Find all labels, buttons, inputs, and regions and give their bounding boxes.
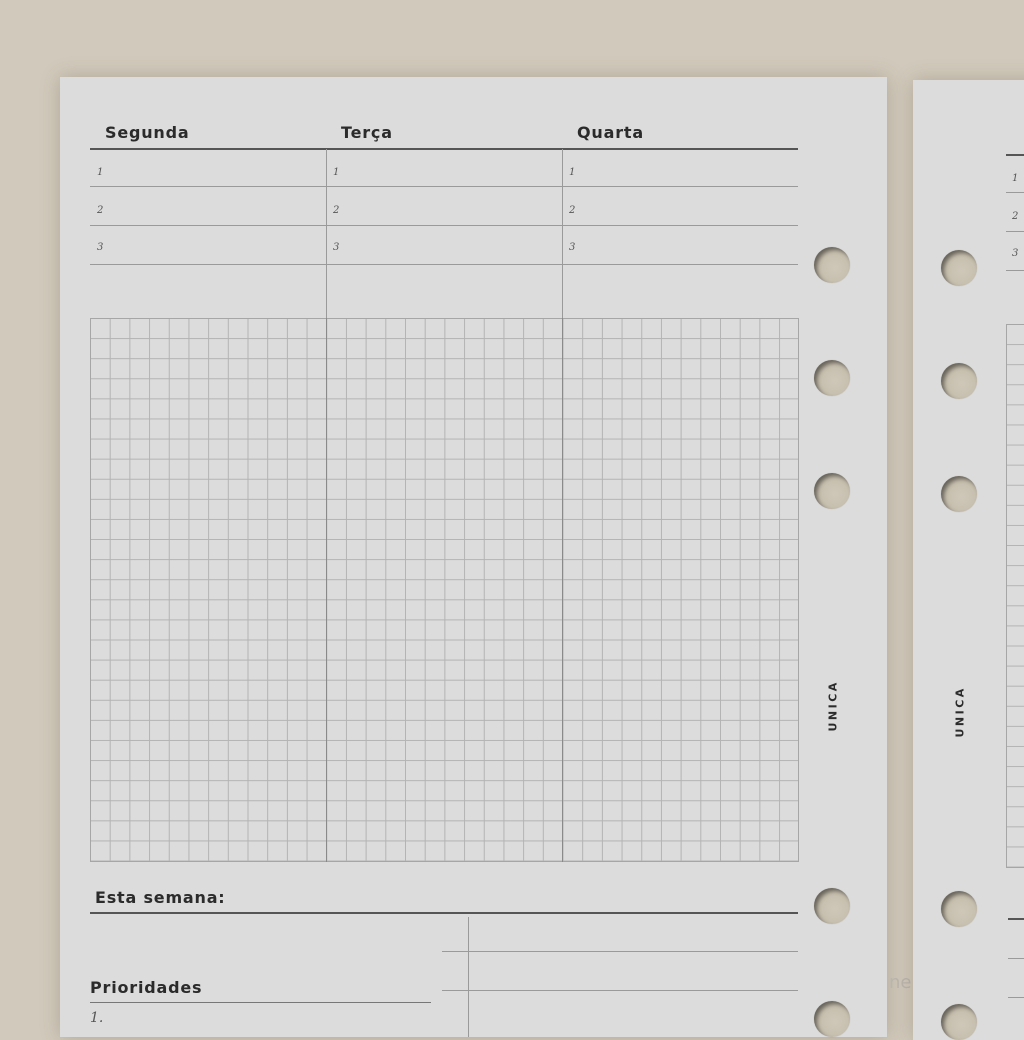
row-rule-2 [1006, 231, 1024, 232]
notes-rule [442, 951, 798, 952]
watermark-text: ne [889, 972, 912, 993]
row-number: 3 [1012, 248, 1019, 259]
grid-column-divider-1 [326, 318, 327, 862]
binder-hole [814, 473, 850, 509]
binder-hole [941, 476, 977, 512]
notes-rule [1008, 997, 1024, 998]
column-divider-2 [562, 149, 563, 319]
graph-grid [90, 318, 799, 862]
row-rule-3 [1006, 270, 1024, 271]
planner-page-left: Segunda Terça Quarta 1 2 3 1 2 3 1 2 3 U… [60, 77, 887, 1037]
binder-hole [941, 1004, 977, 1040]
brand-label: UNICA [826, 680, 840, 732]
row-number: 3 [569, 242, 576, 253]
row-number: 3 [97, 242, 104, 253]
notes-divider [468, 917, 469, 1037]
notes-rule [442, 990, 798, 991]
binder-hole [814, 360, 850, 396]
column-divider-1 [326, 149, 327, 319]
graph-grid [1006, 324, 1024, 868]
row-number: 2 [97, 205, 104, 216]
binder-hole [814, 247, 850, 283]
day-header-quarta: Quarta [577, 123, 644, 142]
row-rule-1 [1006, 192, 1024, 193]
binder-hole [941, 250, 977, 286]
row-number: 1 [97, 167, 104, 178]
row-number: 2 [1012, 211, 1019, 222]
day-header-rule [1006, 154, 1024, 156]
week-rule [90, 912, 798, 914]
notes-rule [1008, 958, 1024, 959]
row-number: 2 [333, 205, 340, 216]
binder-hole [814, 1001, 850, 1037]
binder-hole [941, 891, 977, 927]
row-number: 2 [569, 205, 576, 216]
binder-hole [941, 363, 977, 399]
priorities-label: Prioridades [90, 978, 203, 997]
day-header-segunda: Segunda [105, 123, 190, 142]
row-rule-3 [90, 264, 798, 265]
week-rule [1008, 918, 1024, 920]
row-number: 3 [333, 242, 340, 253]
row-number: 1 [569, 167, 576, 178]
week-label: Esta semana: [95, 888, 226, 907]
row-rule-2 [90, 225, 798, 226]
row-number: 1 [333, 167, 340, 178]
row-number: 1 [1012, 173, 1019, 184]
day-header-rule [90, 148, 798, 150]
binder-hole [814, 888, 850, 924]
brand-label: UNICA [953, 686, 967, 738]
grid-column-divider-2 [562, 318, 563, 862]
row-rule-1 [90, 186, 798, 187]
day-header-terca: Terça [341, 123, 393, 142]
planner-page-right: 1 2 3 UNICA [913, 80, 1024, 1040]
priorities-rule [90, 1002, 431, 1003]
